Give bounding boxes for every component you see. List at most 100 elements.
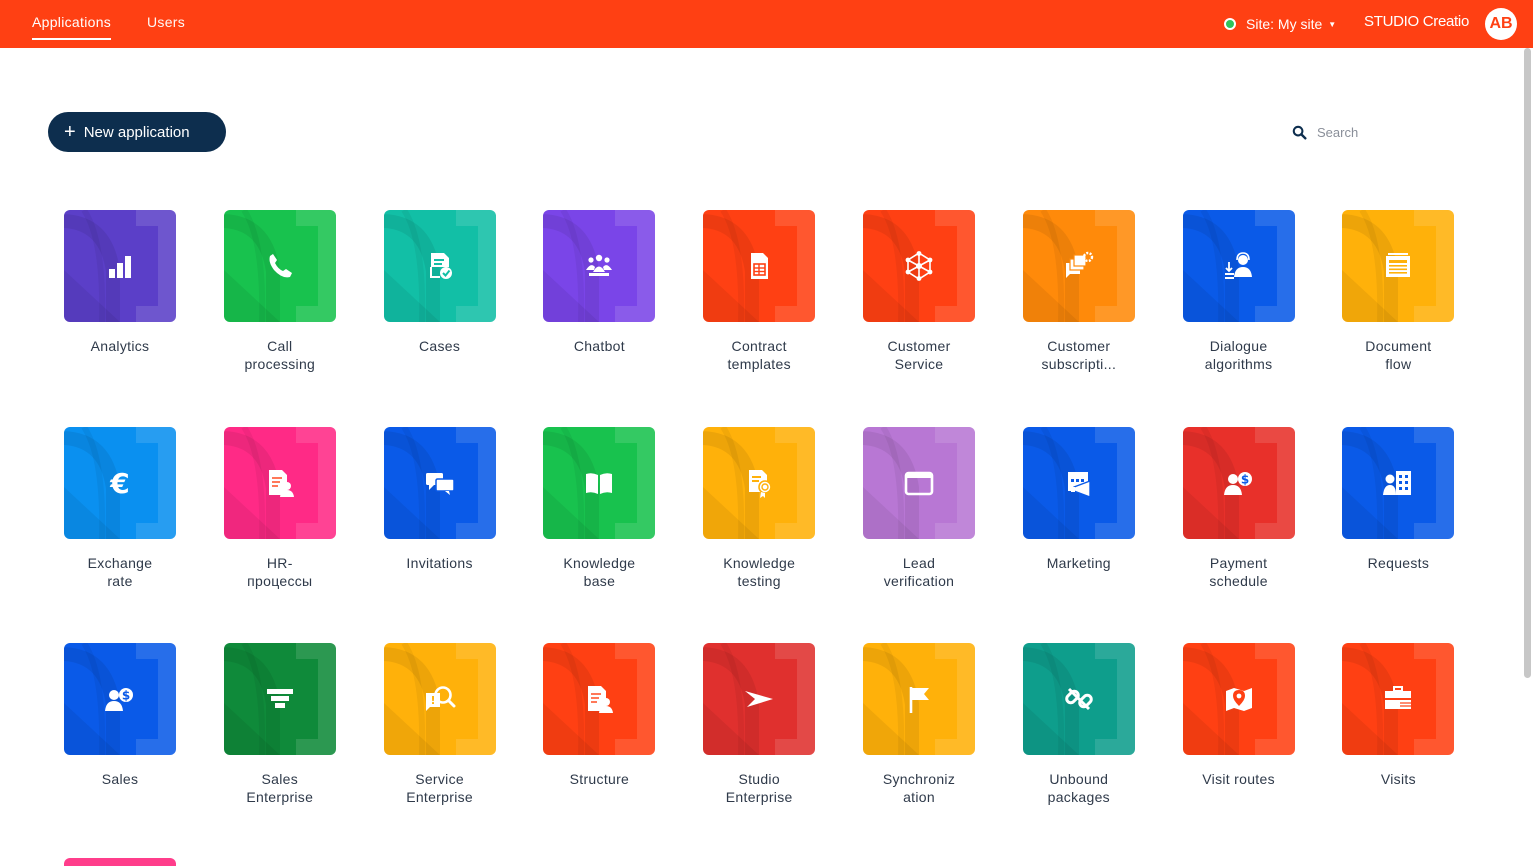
app-tile[interactable]: Visits [1318, 643, 1478, 843]
app-tile[interactable]: Studio Enterprise [679, 643, 839, 843]
app-icon-tile[interactable]: $ [1182, 426, 1295, 539]
tab-users[interactable]: Users [147, 14, 185, 36]
app-tile[interactable]: Unbound packages [999, 643, 1159, 843]
app-label: Lead verification [883, 554, 955, 589]
app-tile[interactable]: Customer Service [839, 210, 999, 410]
app-tile[interactable]: Chatbot [519, 210, 679, 410]
new-application-button[interactable]: + New application [48, 112, 226, 152]
app-icon-tile[interactable] [1182, 643, 1295, 755]
spreadsheet-icon [751, 253, 769, 279]
app-label: Knowledge base [563, 554, 636, 589]
search-input[interactable] [1315, 123, 1479, 141]
app-tile[interactable]: HR- процессы [200, 426, 360, 627]
app-label: Visits [1380, 771, 1416, 787]
flag-icon [909, 687, 929, 713]
app-icon-tile[interactable] [703, 643, 816, 755]
app-tile[interactable]: Structure [519, 643, 679, 843]
chat-gear-icon [1065, 251, 1093, 278]
app-tile[interactable]: $ Payment schedule [1159, 426, 1319, 627]
app-label: Synchroniz ation [882, 771, 956, 805]
app-icon-tile[interactable] [383, 426, 496, 539]
app-icon-tile[interactable]: ! [383, 643, 496, 755]
site-selector[interactable]: Site: My site ▼ [1224, 14, 1336, 34]
app-tile[interactable]: Sales Enterprise [200, 643, 360, 843]
app-tile[interactable]: Lead verification [839, 426, 999, 627]
search-document-icon: ! [425, 686, 456, 711]
app-icon-tile[interactable] [543, 643, 656, 755]
app-icon-tile[interactable] [383, 210, 496, 322]
app-icon-tile[interactable]: € [64, 426, 176, 539]
building-person-icon [1383, 470, 1412, 495]
app-tile[interactable]: Customer subscripti... [999, 210, 1159, 410]
app-tile[interactable]: Document flow [1318, 210, 1478, 410]
calendar-megaphone-icon [1067, 471, 1091, 498]
document-person-icon [588, 686, 614, 713]
app-label: Customer Service [887, 338, 951, 372]
search-icon[interactable] [1292, 125, 1307, 140]
app-tile[interactable]: Requests [1318, 426, 1478, 627]
app-icon-tile[interactable] [1022, 643, 1135, 755]
app-label: Unbound packages [1047, 771, 1110, 805]
app-icon-tile[interactable] [1022, 210, 1135, 322]
app-tile[interactable]: ! Service Enterprise [360, 643, 520, 843]
app-icon-tile[interactable] [863, 210, 975, 322]
user-avatar[interactable]: AB [1485, 8, 1517, 40]
app-tile[interactable]: Invitations [360, 426, 520, 627]
app-icon-tile[interactable] [1022, 426, 1135, 539]
app-label: Requests [1367, 554, 1430, 571]
app-tile[interactable]: Cases [360, 210, 520, 410]
map-pin-icon [1225, 688, 1252, 711]
app-tile[interactable]: Analytics [40, 210, 200, 410]
app-icon-tile[interactable] [1182, 210, 1295, 322]
app-tile[interactable]: Contract templates [679, 210, 839, 410]
paper-plane-icon [745, 691, 774, 707]
person-dollar-icon: $ [1223, 471, 1252, 495]
brand-logo: STUDIO Creatio [1364, 13, 1469, 30]
app-icon-tile[interactable] [1342, 643, 1455, 755]
app-icon-tile[interactable] [863, 426, 975, 539]
app-icon-tile[interactable] [543, 426, 656, 539]
tab-applications[interactable]: Applications [32, 14, 112, 40]
app-tile[interactable]: Synchroniz ation [839, 643, 999, 843]
app-icon-tile[interactable] [703, 210, 816, 322]
people-group-icon [586, 254, 613, 276]
app-icon-tile[interactable] [223, 643, 336, 755]
scrollbar-thumb[interactable] [1524, 48, 1531, 678]
app-label: Service Enterprise [406, 771, 473, 805]
app-tile[interactable]: Marketing [999, 426, 1159, 627]
app-tile[interactable]: Visit routes [1159, 643, 1319, 843]
app-icon-tile[interactable] [543, 210, 656, 322]
app-tile[interactable]: $ Sales [40, 643, 200, 843]
app-icon-tile[interactable] [223, 210, 336, 322]
app-icon-tile[interactable] [1342, 426, 1455, 539]
app-tile[interactable]: Dialogue algorithms [1159, 210, 1319, 410]
app-label: Invitations [406, 554, 473, 571]
briefcase-icon [1385, 686, 1412, 709]
app-tile[interactable]: € Exchange rate [40, 426, 200, 627]
app-label: Payment schedule [1209, 554, 1268, 589]
app-icon-tile[interactable] [1342, 210, 1455, 322]
search-box [1292, 121, 1492, 143]
app-tile-partial[interactable] [64, 858, 176, 866]
app-label: Sales Enterprise [246, 771, 314, 805]
app-label: Structure [569, 771, 630, 787]
app-icon-tile[interactable] [64, 210, 176, 322]
app-icon-tile[interactable] [863, 643, 975, 755]
top-bar: Applications Users Site: My site ▼ STUDI… [0, 0, 1533, 48]
app-icon-tile[interactable] [223, 426, 336, 539]
app-label: Cases [419, 338, 461, 354]
app-label: Document flow [1365, 338, 1432, 372]
app-label: Analytics [90, 338, 150, 354]
app-tile[interactable]: Call processing [200, 210, 360, 410]
app-label: Visit routes [1202, 771, 1275, 787]
support-agent-icon [1224, 252, 1252, 279]
chevron-down-icon: ▼ [1328, 19, 1337, 29]
app-label: Studio Enterprise [725, 771, 793, 805]
app-tile[interactable]: Knowledge testing [679, 426, 839, 627]
app-tile[interactable]: Knowledge base [519, 426, 679, 627]
svg-text:€: € [109, 467, 129, 499]
app-icon-tile[interactable]: $ [64, 643, 176, 755]
app-icon-tile[interactable] [703, 426, 816, 539]
svg-text:$: $ [122, 689, 130, 703]
app-label: Contract templates [727, 338, 791, 372]
